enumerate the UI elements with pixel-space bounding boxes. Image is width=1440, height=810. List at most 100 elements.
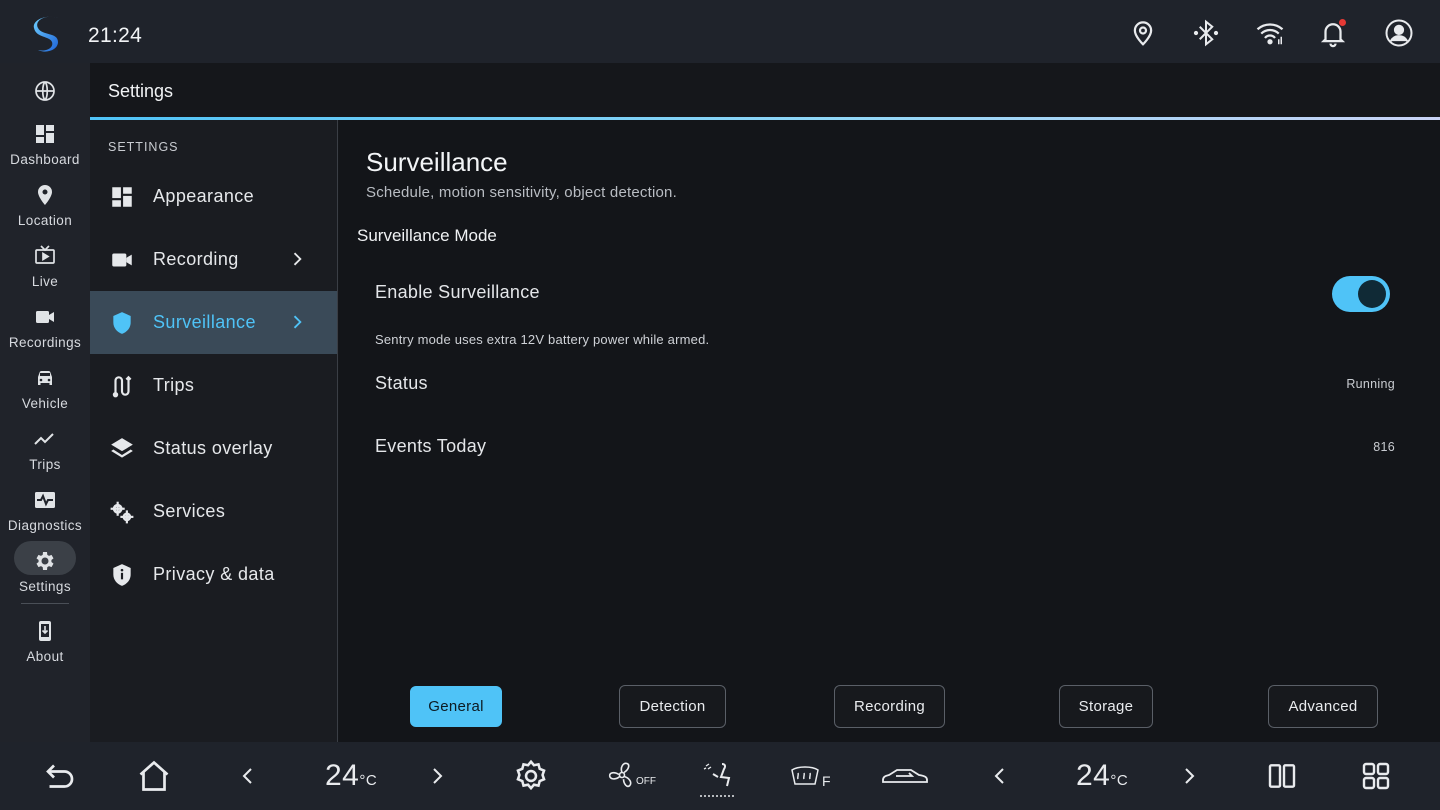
tab-recording[interactable]: Recording bbox=[834, 685, 945, 728]
back-icon[interactable] bbox=[42, 758, 78, 794]
car-icon bbox=[38, 371, 52, 385]
privacy-shield-icon bbox=[113, 563, 131, 586]
menu-item-recording[interactable]: Recording bbox=[90, 228, 337, 291]
rail-divider bbox=[21, 603, 69, 604]
page-header: Settings bbox=[90, 63, 1440, 118]
menu-item-label: Services bbox=[153, 501, 226, 521]
vehicle-control-bar: 24°C OFF F 24°C bbox=[0, 742, 1440, 810]
rail-item-live[interactable]: Live bbox=[0, 240, 90, 298]
tab-general[interactable]: General bbox=[410, 686, 502, 727]
section-subtitle: Schedule, motion sensitivity, object det… bbox=[366, 184, 677, 201]
rail-label-dashboard: Dashboard bbox=[10, 152, 80, 167]
left-temperature: 24°C bbox=[325, 759, 377, 793]
location-pin-icon[interactable] bbox=[1128, 18, 1158, 48]
cogs-icon bbox=[110, 501, 134, 523]
right-temp-down-chevron-icon[interactable] bbox=[988, 758, 1012, 794]
menu-item-label: Privacy & data bbox=[153, 564, 275, 584]
enable-surveillance-toggle[interactable] bbox=[1332, 276, 1390, 312]
rail-item-location[interactable]: Location bbox=[0, 179, 90, 237]
rail-item-about[interactable]: About bbox=[0, 615, 90, 673]
grid-icon bbox=[112, 186, 132, 207]
rail-label-settings: Settings bbox=[19, 579, 71, 594]
toggle-knob bbox=[1358, 280, 1386, 308]
settings-gear-icon[interactable] bbox=[513, 758, 549, 794]
status-bar: 21:24 bbox=[0, 0, 1440, 63]
events-today-value: 816 bbox=[1373, 440, 1395, 454]
location-icon bbox=[38, 185, 52, 205]
menu-item-status-overlay[interactable]: Status overlay bbox=[90, 417, 337, 480]
subsection-heading: Surveillance Mode bbox=[357, 226, 497, 245]
menu-item-trips[interactable]: Trips bbox=[90, 354, 337, 417]
menu-item-label: Surveillance bbox=[153, 312, 256, 332]
app-grid-icon[interactable] bbox=[1360, 758, 1392, 794]
left-temp-up-chevron-icon[interactable] bbox=[425, 758, 449, 794]
left-temperature-value: 24 bbox=[325, 759, 360, 792]
globe-icon bbox=[35, 81, 55, 101]
app-logo-icon bbox=[28, 12, 68, 56]
rail-label-diagnostics: Diagnostics bbox=[7, 518, 83, 533]
menu-item-services[interactable]: Services bbox=[90, 480, 337, 543]
settings-menu: SETTINGS Appearance Recording Surveillan… bbox=[90, 120, 338, 742]
right-temp-up-chevron-icon[interactable] bbox=[1177, 758, 1201, 794]
rail-item-settings[interactable]: Settings bbox=[0, 545, 90, 603]
section-title: Surveillance bbox=[366, 147, 508, 177]
menu-item-privacy[interactable]: Privacy & data bbox=[90, 543, 337, 606]
layers-icon bbox=[111, 437, 133, 458]
left-temp-down-chevron-icon[interactable] bbox=[236, 758, 260, 794]
notification-dot bbox=[1339, 19, 1346, 26]
route-icon bbox=[112, 375, 132, 397]
seat-airflow-icon[interactable] bbox=[696, 756, 740, 800]
rail-label-live: Live bbox=[31, 274, 59, 289]
menu-item-surveillance[interactable]: Surveillance bbox=[90, 291, 337, 354]
trend-line-icon bbox=[34, 433, 54, 445]
video-camera-icon bbox=[36, 311, 54, 323]
enable-surveillance-label: Enable Surveillance bbox=[375, 282, 540, 302]
rail-label-trips: Trips bbox=[29, 457, 61, 472]
fan-icon[interactable]: OFF bbox=[608, 758, 656, 794]
rail-item-vehicle[interactable]: Vehicle bbox=[0, 362, 90, 420]
tab-storage[interactable]: Storage bbox=[1059, 685, 1153, 728]
menu-item-label: Status overlay bbox=[153, 438, 273, 458]
clock: 21:24 bbox=[88, 24, 143, 47]
right-temperature-value: 24 bbox=[1076, 759, 1111, 792]
rail-item-recordings[interactable]: Recordings bbox=[0, 301, 90, 359]
rail-item-diagnostics[interactable]: Diagnostics bbox=[0, 484, 90, 542]
status-value: Running bbox=[1346, 377, 1395, 391]
surveillance-panel: Surveillance Schedule, motion sensitivit… bbox=[339, 120, 1440, 742]
menu-item-label: Trips bbox=[153, 375, 195, 395]
account-icon[interactable] bbox=[1384, 18, 1414, 48]
video-camera-icon bbox=[112, 253, 132, 266]
home-icon[interactable] bbox=[136, 758, 172, 794]
notification-bell-icon[interactable] bbox=[1318, 18, 1348, 48]
rail-item-dashboard[interactable]: Dashboard bbox=[0, 118, 90, 176]
wifi-icon[interactable] bbox=[1255, 18, 1285, 48]
navigation-rail: Dashboard Location Live Recordings Vehic… bbox=[0, 63, 90, 742]
bluetooth-icon[interactable] bbox=[1191, 18, 1221, 48]
menu-item-label: Appearance bbox=[153, 186, 255, 206]
rail-item-trips[interactable]: Trips bbox=[0, 423, 90, 481]
rear-defrost-icon[interactable]: F bbox=[788, 758, 836, 794]
menu-item-label: Recording bbox=[153, 249, 239, 269]
menu-item-appearance[interactable]: Appearance bbox=[90, 165, 337, 228]
right-temperature: 24°C bbox=[1076, 759, 1128, 793]
gear-icon bbox=[36, 552, 54, 570]
defrost-label: F bbox=[822, 773, 831, 789]
tab-detection[interactable]: Detection bbox=[619, 685, 726, 728]
chevron-right-icon bbox=[293, 315, 302, 329]
rail-label-vehicle: Vehicle bbox=[21, 396, 69, 411]
settings-menu-heading: SETTINGS bbox=[108, 140, 179, 154]
live-tv-icon bbox=[35, 245, 55, 264]
heartbeat-monitor-icon bbox=[35, 492, 55, 508]
split-screen-icon[interactable] bbox=[1266, 758, 1298, 794]
temperature-unit: °C bbox=[359, 772, 378, 789]
temperature-unit: °C bbox=[1110, 772, 1129, 789]
rail-label-location: Location bbox=[17, 213, 73, 228]
fan-status-label: OFF bbox=[636, 776, 656, 787]
dashboard-icon bbox=[36, 125, 54, 143]
tab-advanced[interactable]: Advanced bbox=[1268, 685, 1378, 728]
rail-label-about: About bbox=[26, 649, 64, 664]
phone-download-icon bbox=[39, 621, 51, 641]
status-label: Status bbox=[375, 373, 428, 393]
car-recirculation-icon[interactable] bbox=[880, 758, 930, 794]
chevron-right-icon bbox=[293, 252, 302, 266]
